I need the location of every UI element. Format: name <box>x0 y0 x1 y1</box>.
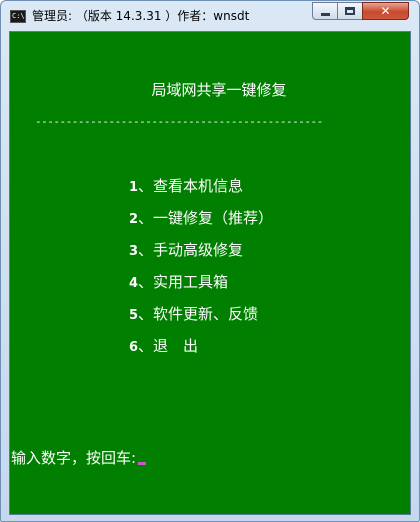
menu-item-view-info: 1、查看本机信息 <box>129 176 273 208</box>
menu-item-number: 1 <box>129 180 139 195</box>
menu-item-number: 6 <box>129 340 139 355</box>
menu-item-label: 、查看本机信息 <box>138 177 244 195</box>
console-heading: 局域网共享一键修复 <box>151 81 287 99</box>
cmd-icon[interactable]: C:\ <box>10 10 26 23</box>
window-title: 管理员: （版本 14.3.31 ）作者：wnsdt <box>32 9 250 23</box>
maximize-icon <box>345 7 355 15</box>
menu-item-label: 、软件更新、反馈 <box>138 305 259 323</box>
close-button[interactable]: ✕ <box>362 2 409 20</box>
menu-item-number: 5 <box>129 308 139 323</box>
menu-item-label: 、手动高级修复 <box>138 241 244 259</box>
input-prompt[interactable]: 输入数字，按回车: <box>11 448 147 468</box>
menu-item-label: 、退 出 <box>138 337 199 355</box>
maximize-button[interactable] <box>337 2 363 20</box>
divider-line: ----------------------------------------… <box>35 115 323 128</box>
menu-item-update-feedback: 5、软件更新、反馈 <box>129 304 273 336</box>
menu-item-label: 、实用工具箱 <box>138 273 229 291</box>
console-window: C:\ 管理员: （版本 14.3.31 ）作者：wnsdt ✕ 局域网共享一键… <box>0 0 420 522</box>
menu-item-label: 、一键修复（推荐） <box>138 209 274 227</box>
menu-list: 1、查看本机信息 2、一键修复（推荐） 3、手动高级修复 4、实用工具箱 5、软… <box>129 176 273 368</box>
prompt-text: 输入数字，按回车: <box>11 449 137 467</box>
menu-item-toolbox: 4、实用工具箱 <box>129 272 273 304</box>
menu-item-number: 4 <box>129 276 139 291</box>
menu-item-one-click-repair: 2、一键修复（推荐） <box>129 208 273 240</box>
menu-item-exit: 6、退 出 <box>129 336 273 368</box>
title-bar[interactable]: C:\ 管理员: （版本 14.3.31 ）作者：wnsdt ✕ <box>1 1 419 31</box>
menu-item-number: 3 <box>129 244 139 259</box>
menu-item-number: 2 <box>129 212 139 227</box>
text-cursor <box>138 462 147 465</box>
minimize-icon <box>320 13 330 16</box>
minimize-button[interactable] <box>312 2 338 20</box>
console-area[interactable]: 局域网共享一键修复 ------------------------------… <box>9 31 411 515</box>
menu-item-manual-repair: 3、手动高级修复 <box>129 240 273 272</box>
close-icon: ✕ <box>380 4 391 18</box>
